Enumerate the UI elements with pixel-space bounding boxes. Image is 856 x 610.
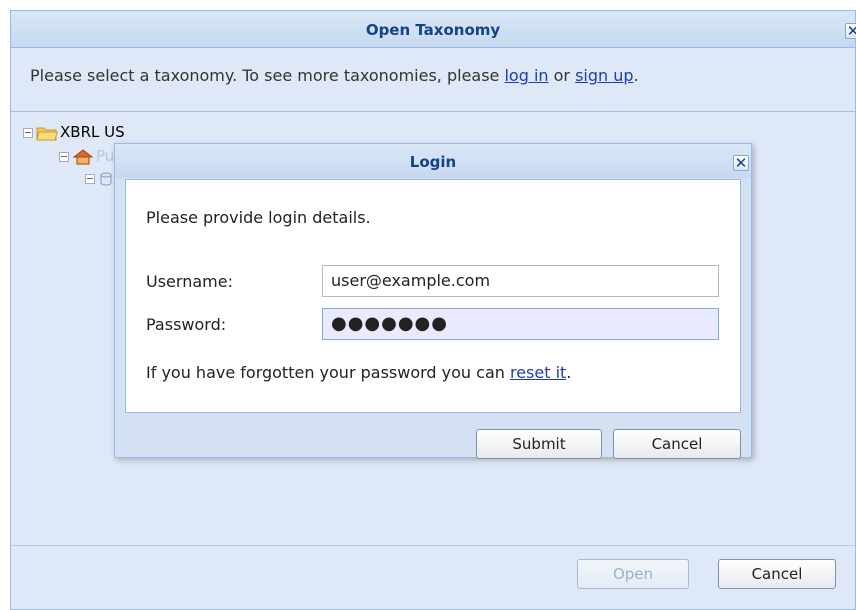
instructions-text: Please select a taxonomy. To see more ta… [30,66,505,85]
outer-cancel-button[interactable]: Cancel [718,559,836,589]
tree-label: XBRL US [60,123,125,141]
forgot-period: . [566,363,572,382]
login-cancel-button[interactable]: Cancel [613,429,741,459]
login-message: Please provide login details. [146,208,371,227]
collapse-icon[interactable] [23,127,33,138]
footer-divider [11,545,855,546]
sign-up-link[interactable]: sign up [575,66,633,85]
reset-password-link[interactable]: reset it [510,363,566,382]
collapse-icon[interactable] [59,151,69,162]
open-taxonomy-titlebar[interactable]: Open Taxonomy ✕ [11,11,856,48]
tree-node-xbrl-us[interactable]: XBRL US [23,123,125,141]
submit-button[interactable]: Submit [476,429,602,459]
forgot-text: If you have forgotten your password you … [146,363,510,382]
open-taxonomy-title: Open Taxonomy [365,21,501,39]
open-button[interactable]: Open [577,559,689,589]
house-icon [72,148,94,164]
folder-open-icon [36,127,58,140]
login-titlebar[interactable]: Login ✕ [115,144,751,178]
instructions-period: . [633,66,639,85]
log-in-link[interactable]: log in [504,66,548,85]
username-label: Username: [146,272,233,291]
login-form: Please provide login details. Username: … [125,179,741,413]
taxonomy-instructions: Please select a taxonomy. To see more ta… [11,48,855,112]
login-title: Login [409,153,457,171]
instructions-or: or [548,66,576,85]
collapse-icon[interactable] [85,173,95,184]
password-input[interactable]: ●●●●●●● [322,308,719,340]
password-label: Password: [146,315,227,334]
forgot-password-text: If you have forgotten your password you … [146,363,571,382]
close-icon[interactable]: ✕ [845,22,856,40]
login-dialog: Login ✕ Please provide login details. Us… [114,143,752,459]
username-input[interactable]: user@example.com [322,265,719,297]
close-icon[interactable]: ✕ [733,154,749,172]
